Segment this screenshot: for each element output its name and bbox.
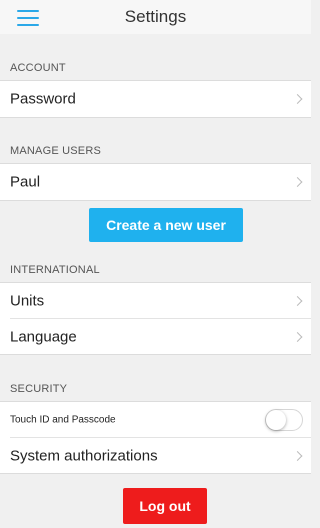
section-header-manage-users: MANAGE USERS [0,117,311,163]
chevron-right-icon [292,296,303,306]
row-units-label: Units [10,292,45,310]
section-title-account: ACCOUNT [10,62,66,74]
logout-button[interactable]: Log out [123,488,207,524]
chevron-right-icon [292,177,303,187]
row-system-authorizations-label: System authorizations [10,447,158,464]
section-header-security: SECURITY [0,355,311,401]
row-touch-id-label: Touch ID and Passcode [10,414,116,426]
chevron-right-icon [292,450,303,461]
chevron-right-icon [292,331,303,342]
page-title: Settings [124,7,187,26]
chevron-right-icon [292,94,303,104]
section-title-manage-users: MANAGE USERS [10,145,102,157]
header-bar: Settings [0,0,311,34]
section-title-security: SECURITY [10,383,68,395]
touch-id-toggle[interactable] [265,409,303,431]
row-units[interactable]: Units [0,282,311,319]
row-password-label: Password [10,90,76,108]
row-password[interactable]: Password [0,80,311,118]
section-header-account: ACCOUNT [0,34,311,80]
settings-screen: Settings ACCOUNT Password MANAGE USERS P… [0,0,311,528]
row-touch-id: Touch ID and Passcode [0,401,311,438]
section-header-international: INTERNATIONAL [0,244,311,282]
user-name-label: Paul [10,173,41,191]
create-new-user-button[interactable]: Create a new user [89,208,243,242]
row-language-label: Language [10,328,77,345]
row-system-authorizations[interactable]: System authorizations [0,438,311,474]
row-user-paul[interactable]: Paul [0,163,311,201]
row-language[interactable]: Language [0,319,311,355]
section-title-international: INTERNATIONAL [10,264,100,276]
toggle-knob [266,410,286,430]
